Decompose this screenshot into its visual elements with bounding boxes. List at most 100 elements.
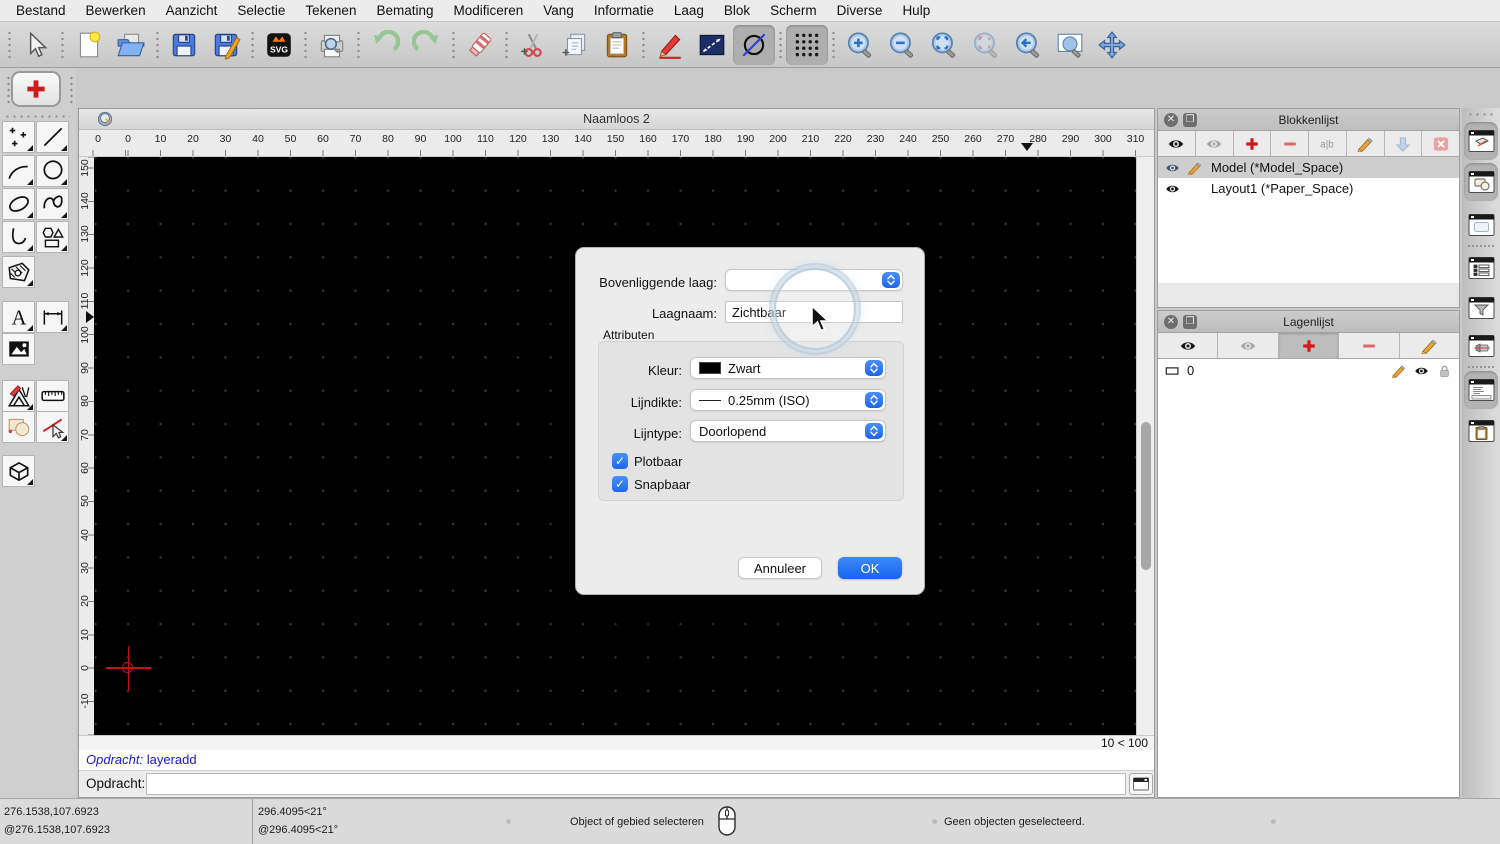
- copy-button[interactable]: [554, 25, 596, 65]
- toggle-selection-list-button[interactable]: [1464, 249, 1498, 287]
- ok-button[interactable]: OK: [838, 557, 902, 579]
- cut-button[interactable]: [512, 25, 554, 65]
- erase-button[interactable]: [459, 25, 501, 65]
- menu-item-aanzicht[interactable]: Aanzicht: [156, 3, 228, 18]
- hatch-tool[interactable]: [2, 256, 35, 288]
- show-all-blocks-button[interactable]: [1158, 131, 1196, 156]
- polyline-tool[interactable]: [2, 221, 35, 253]
- edit-layer-button[interactable]: [1400, 333, 1459, 358]
- edit-block-button[interactable]: [1347, 131, 1385, 156]
- add-layer-button-panel[interactable]: [1279, 333, 1339, 358]
- toggle-layer-list-button[interactable]: [1464, 163, 1498, 201]
- menu-item-selectie[interactable]: Selectie: [227, 3, 295, 18]
- open-file-button[interactable]: [110, 25, 152, 65]
- ellipse-tool[interactable]: [2, 188, 35, 220]
- remove-block-button[interactable]: [1271, 131, 1309, 156]
- pencil-icon[interactable]: [1390, 364, 1407, 378]
- spline-tool[interactable]: [36, 188, 69, 220]
- solid-3d-tool[interactable]: [2, 455, 35, 487]
- toggle-command-line-button[interactable]: [1464, 371, 1498, 409]
- dimension-style-button[interactable]: [691, 25, 733, 65]
- zoom-in-button[interactable]: [839, 25, 881, 65]
- menu-item-scherm[interactable]: Scherm: [760, 3, 827, 18]
- svg-export-button[interactable]: [258, 25, 300, 65]
- color-dropdown[interactable]: Zwart: [690, 357, 886, 379]
- dimension-tool[interactable]: [36, 301, 69, 333]
- boolean-tool[interactable]: [2, 411, 35, 443]
- new-file-button[interactable]: [68, 25, 110, 65]
- hide-all-layers-button[interactable]: [1218, 333, 1278, 358]
- zoom-auto-button[interactable]: [923, 25, 965, 65]
- hide-all-blocks-button[interactable]: [1196, 131, 1234, 156]
- modify-tool[interactable]: [2, 380, 35, 412]
- toggle-property-editor-button[interactable]: [1464, 206, 1498, 244]
- menu-item-blok[interactable]: Blok: [714, 3, 760, 18]
- menu-item-hulp[interactable]: Hulp: [892, 3, 940, 18]
- toggle-tool-options-button[interactable]: [1464, 327, 1498, 365]
- cancel-button[interactable]: Annuleer: [738, 557, 822, 579]
- redo-button[interactable]: [406, 25, 448, 65]
- layer-row-0[interactable]: 0: [1158, 359, 1459, 382]
- toggle-block-list-button[interactable]: [1464, 122, 1498, 160]
- selection-tool-button[interactable]: [15, 25, 57, 65]
- menu-item-informatie[interactable]: Informatie: [584, 3, 664, 18]
- snappable-checkbox[interactable]: ✓: [612, 476, 628, 492]
- zoom-previous-button[interactable]: [1007, 25, 1049, 65]
- stepper-icon[interactable]: [865, 392, 883, 408]
- eye-icon[interactable]: [1164, 182, 1181, 196]
- block-row-layout1[interactable]: Layout1 (*Paper_Space): [1158, 178, 1459, 199]
- menu-item-bewerken[interactable]: Bewerken: [76, 3, 156, 18]
- block-row-model[interactable]: Model (*Model_Space): [1158, 157, 1459, 178]
- save-button[interactable]: [163, 25, 205, 65]
- linetype-display-button[interactable]: [733, 25, 775, 65]
- measure-tool[interactable]: [36, 380, 69, 412]
- document-titlebar[interactable]: Naamloos 2: [79, 109, 1154, 130]
- layer-list-titlebar[interactable]: ✕ ❐ Lagenlijst: [1158, 311, 1459, 333]
- circle-tool[interactable]: [36, 155, 69, 187]
- menu-item-bestand[interactable]: Bestand: [6, 3, 76, 18]
- undo-button[interactable]: [364, 25, 406, 65]
- stepper-icon[interactable]: [865, 360, 883, 376]
- delete-block-button[interactable]: [1422, 131, 1459, 156]
- eye-icon[interactable]: [1413, 364, 1430, 378]
- add-block-button[interactable]: [1234, 131, 1272, 156]
- grid-toggle-button[interactable]: [786, 25, 828, 65]
- draw-order-button[interactable]: [649, 25, 691, 65]
- rename-block-button[interactable]: [1309, 131, 1347, 156]
- scrollbar-thumb[interactable]: [1141, 422, 1151, 570]
- insert-block-button[interactable]: [1385, 131, 1423, 156]
- shapes-tool[interactable]: [36, 221, 69, 253]
- toggle-selection-filter-button[interactable]: [1464, 289, 1498, 327]
- image-tool[interactable]: [2, 333, 35, 365]
- toggle-clipboard-button[interactable]: [1464, 412, 1498, 450]
- stepper-icon[interactable]: [882, 272, 900, 288]
- zoom-selection-button[interactable]: [965, 25, 1007, 65]
- menu-item-tekenen[interactable]: Tekenen: [295, 3, 366, 18]
- print-preview-button[interactable]: [311, 25, 353, 65]
- vertical-scrollbar[interactable]: [1136, 157, 1154, 735]
- zoom-out-button[interactable]: [881, 25, 923, 65]
- show-all-layers-button[interactable]: [1158, 333, 1218, 358]
- lineweight-dropdown[interactable]: 0.25mm (ISO): [690, 389, 886, 411]
- eye-icon[interactable]: [1164, 161, 1181, 175]
- pan-button[interactable]: [1091, 25, 1133, 65]
- remove-layer-button[interactable]: [1339, 333, 1399, 358]
- menu-item-bemating[interactable]: Bemating: [366, 3, 443, 18]
- block-list-titlebar[interactable]: ✕ ❐ Blokkenlijst: [1158, 109, 1459, 131]
- add-layer-button[interactable]: [11, 71, 61, 107]
- menu-item-modificeren[interactable]: Modificeren: [444, 3, 534, 18]
- menu-item-vang[interactable]: Vang: [533, 3, 584, 18]
- command-window-button[interactable]: [1129, 773, 1153, 795]
- command-input[interactable]: [146, 773, 1126, 795]
- lock-icon[interactable]: [1436, 364, 1453, 378]
- select-tool[interactable]: [36, 411, 69, 443]
- points-tool[interactable]: [2, 121, 35, 153]
- menu-item-laag[interactable]: Laag: [664, 3, 714, 18]
- plottable-checkbox[interactable]: ✓: [612, 453, 628, 469]
- linetype-dropdown[interactable]: Doorlopend: [690, 420, 886, 442]
- stepper-icon[interactable]: [865, 423, 883, 439]
- text-tool[interactable]: [2, 301, 35, 333]
- line-tool[interactable]: [36, 121, 69, 153]
- menu-item-diverse[interactable]: Diverse: [827, 3, 893, 18]
- arc-tool[interactable]: [2, 155, 35, 187]
